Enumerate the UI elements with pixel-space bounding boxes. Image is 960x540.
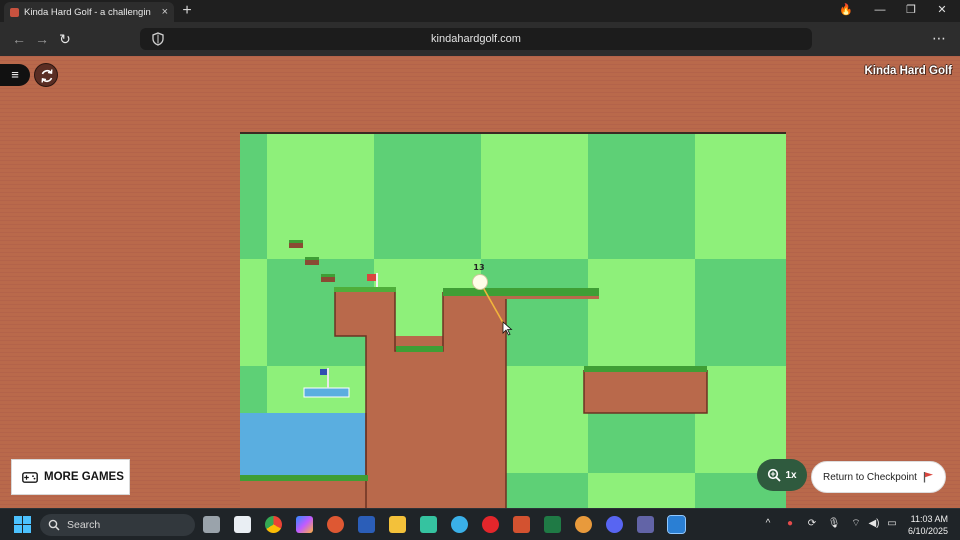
stroke-counter: 13 [473,263,484,272]
red-flag-icon [923,472,933,483]
back-button[interactable]: ← [10,30,28,48]
return-to-checkpoint-button[interactable]: Return to Checkpoint [811,461,946,493]
golf-ball[interactable] [472,274,488,290]
search-icon [48,519,60,531]
game-page: ≡ Kinda Hard Golf 13 MORE GAMES 1x Retur… [0,56,960,508]
youtube-music-icon[interactable] [482,516,499,533]
fire-icon[interactable]: 🔥 [838,3,854,17]
tab-title: Kinda Hard Golf - a challengin [24,6,151,18]
tray-app-icon[interactable]: ● [782,517,798,531]
windows-start-icon[interactable] [14,516,31,533]
file-explorer-icon[interactable] [389,516,406,533]
reload-button[interactable]: ↻ [56,30,74,48]
favicon-icon [10,7,19,17]
blender-icon[interactable] [575,516,592,533]
more-games-button[interactable]: MORE GAMES [11,459,130,495]
browser-menu-button[interactable]: ⋯ [932,29,946,47]
discord-icon[interactable] [606,516,623,533]
checkpoint-label: Return to Checkpoint [823,471,917,483]
tab-close-icon[interactable]: × [162,6,168,18]
hamburger-menu-button[interactable]: ≡ [0,64,30,86]
zoom-level: 1x [785,469,797,481]
more-games-label: MORE GAMES [44,471,124,483]
clock-date: 6/10/2025 [907,526,948,536]
store-icon[interactable] [234,516,251,533]
golf-course[interactable]: 13 [240,132,786,508]
game-title: Kinda Hard Golf [864,65,952,77]
word-icon[interactable] [358,516,375,533]
url-text: kindahardgolf.com [431,33,521,45]
search-placeholder: Search [67,519,101,531]
taskbar: Search ^ ● ⟳ 🎙 ⌔ ◀) ▭ 11:03 AM 6/10/2025 [0,508,960,540]
powerpoint-icon[interactable] [513,516,530,533]
restart-icon [41,69,53,83]
tab-kinda-hard-golf[interactable]: Kinda Hard Golf - a challengin × [4,2,174,22]
browser-app-icon[interactable] [451,516,468,533]
address-bar[interactable]: kindahardgolf.com [140,28,812,50]
zoom-button[interactable]: 1x [757,459,807,491]
microphone-icon[interactable]: 🎙 [826,517,842,531]
excel-icon[interactable] [544,516,561,533]
taskbar-clock[interactable]: 11:03 AM 6/10/2025 [908,513,948,537]
water-hazard [240,413,366,476]
close-window-button[interactable]: ✕ [934,3,950,17]
shield-icon[interactable] [152,32,164,46]
copilot-icon[interactable] [296,516,313,533]
active-app-icon[interactable] [667,515,686,534]
wifi-icon[interactable]: ⌔ [848,517,864,531]
teams-icon[interactable] [637,516,654,533]
new-tab-button[interactable]: + [180,2,194,20]
chrome-icon[interactable] [265,516,282,533]
browser-toolbar: ← → ↻ kindahardgolf.com ⋯ [0,22,960,56]
forward-button[interactable]: → [33,30,51,48]
tray-overflow-icon[interactable]: ^ [760,517,776,531]
volume-icon[interactable]: ◀) [866,517,882,531]
duckduckgo-icon[interactable] [327,516,344,533]
battery-icon[interactable]: ▭ [884,517,900,531]
course-top-border [240,132,786,134]
clock-time: 11:03 AM [910,514,948,524]
minimize-button[interactable]: — [872,3,888,17]
gamepad-icon [22,471,38,483]
restart-level-button[interactable] [34,63,58,87]
zoom-icon [768,468,782,482]
restore-button[interactable]: ❐ [903,3,919,17]
tab-strip: Kinda Hard Golf - a challengin × + 🔥 — ❐… [0,0,960,22]
app-icon[interactable] [420,516,437,533]
task-view-icon[interactable] [203,516,220,533]
taskbar-search[interactable]: Search [40,514,195,536]
tray-sync-icon[interactable]: ⟳ [804,517,820,531]
